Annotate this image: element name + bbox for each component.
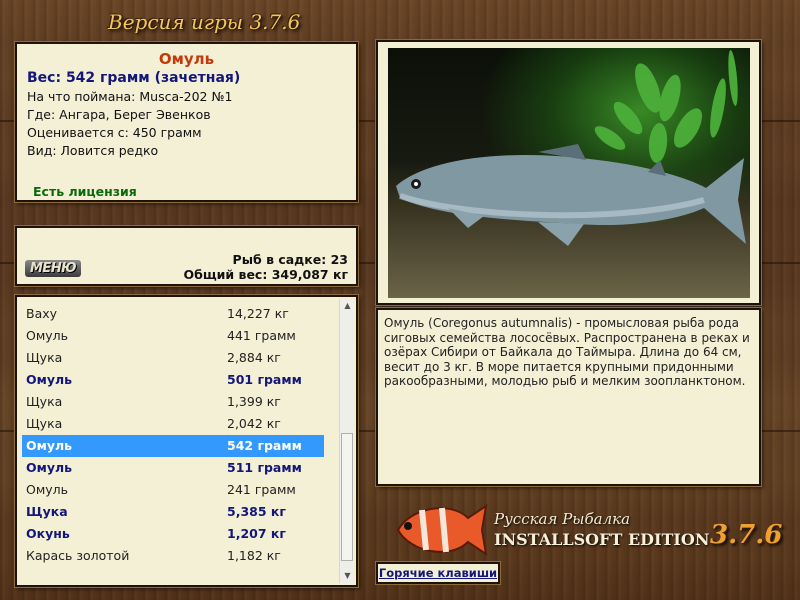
hotkeys-button[interactable]: Горячие клавиши	[376, 562, 500, 584]
catch-fish-name: Ваху	[26, 306, 58, 321]
catch-fish-weight: 542 грамм	[227, 438, 302, 453]
catch-fish-name: Омуль	[26, 460, 73, 475]
catch-fish-name: Омуль	[26, 438, 73, 453]
license-status: Есть лицензия	[33, 184, 137, 199]
scroll-down-icon[interactable]: ▼	[340, 569, 355, 583]
catch-list-panel: Ваху 14,227 кг Омуль 441 грамм Щука 2,884 кг О…	[15, 295, 358, 587]
catch-fish-name: Щука	[26, 394, 63, 409]
catch-fish-weight: 1,207 кг	[227, 526, 286, 541]
catch-fish-weight: 511 грамм	[227, 460, 302, 475]
catch-fish-name: Щука	[26, 350, 63, 365]
catch-fish-name: Щука	[26, 504, 68, 519]
catch-list-row[interactable]: Карась золотой 1,182 кг	[22, 545, 324, 567]
fish-location: Где: Ангара, Берег Эвенков	[27, 107, 211, 122]
catch-fish-weight: 241 грамм	[227, 482, 296, 497]
catch-list-row[interactable]: Окунь 1,207 кг	[22, 523, 324, 545]
game-version-title: Версия игры 3.7.6	[108, 10, 301, 34]
catch-summary-panel: МЕНЮ Рыб в садке: 23 Общий вес: 349,087 …	[15, 226, 358, 286]
fish-info-panel: Омуль Вес: 542 грамм (зачетная) На что п…	[15, 42, 358, 202]
fish-name: Омуль	[158, 50, 215, 68]
catch-fish-weight: 1,182 кг	[227, 548, 281, 563]
game-brand: Русская Рыбалка INSTALLSOFT EDITION 3.7.…	[390, 490, 790, 570]
brand-edition: INSTALLSOFT EDITION	[494, 530, 710, 549]
seaweed-icon	[594, 50, 738, 163]
catch-list-row[interactable]: Омуль 441 грамм	[22, 325, 324, 347]
scroll-thumb[interactable]	[341, 433, 353, 561]
catch-fish-weight: 14,227 кг	[227, 306, 289, 321]
catch-fish-weight: 501 грамм	[227, 372, 302, 387]
menu-button[interactable]: МЕНЮ	[25, 260, 81, 277]
catch-list-row[interactable]: Омуль 501 грамм	[22, 369, 324, 391]
catch-fish-weight: 441 грамм	[227, 328, 296, 343]
catch-list-row[interactable]: Щука 1,399 кг	[22, 391, 324, 413]
fish-description-panel: Омуль (Coregonus autumnalis) - промыслов…	[376, 308, 761, 486]
scroll-up-icon[interactable]: ▲	[340, 299, 355, 313]
catch-fish-weight: 2,884 кг	[227, 350, 281, 365]
fish-photo	[388, 48, 750, 298]
fish-bait: На что поймана: Musca-202 №1	[27, 89, 233, 104]
list-scrollbar[interactable]: ▲ ▼	[339, 299, 354, 583]
catch-fish-weight: 2,042 кг	[227, 416, 281, 431]
fish-valued-from: Оценивается с: 450 грамм	[27, 125, 202, 140]
catch-fish-weight: 1,399 кг	[227, 394, 281, 409]
catch-fish-name: Омуль	[26, 482, 69, 497]
catch-fish-name: Карась золотой	[26, 548, 130, 563]
catch-list-row[interactable]: Омуль 241 грамм	[22, 479, 324, 501]
catch-list-row[interactable]: Омуль 542 грамм	[22, 435, 324, 457]
fish-weight: Вес: 542 грамм (зачетная)	[27, 70, 241, 86]
catch-fish-name: Щука	[26, 416, 63, 431]
fish-logo-icon	[396, 503, 488, 557]
catch-list: Ваху 14,227 кг Омуль 441 грамм Щука 2,884 кг О…	[22, 303, 324, 567]
fish-rarity: Вид: Ловится редко	[27, 143, 159, 158]
catch-fish-name: Окунь	[26, 526, 70, 541]
catch-list-row[interactable]: Омуль 511 грамм	[22, 457, 324, 479]
fish-count: Рыб в садке: 23	[232, 252, 348, 267]
brand-version: 3.7.6	[710, 520, 783, 550]
catch-list-row[interactable]: Щука 5,385 кг	[22, 501, 324, 523]
catch-fish-name: Омуль	[26, 328, 69, 343]
catch-list-row[interactable]: Щука 2,884 кг	[22, 347, 324, 369]
catch-list-row[interactable]: Ваху 14,227 кг	[22, 303, 324, 325]
catch-fish-weight: 5,385 кг	[227, 504, 286, 519]
catch-list-row[interactable]: Щука 2,042 кг	[22, 413, 324, 435]
total-weight: Общий вес: 349,087 кг	[183, 267, 349, 282]
fish-photo-frame	[376, 40, 761, 305]
fish-silhouette-icon	[396, 144, 746, 246]
fish-description: Омуль (Coregonus autumnalis) - промыслов…	[384, 316, 750, 388]
catch-fish-name: Омуль	[26, 372, 73, 387]
brand-title: Русская Рыбалка	[494, 510, 631, 528]
